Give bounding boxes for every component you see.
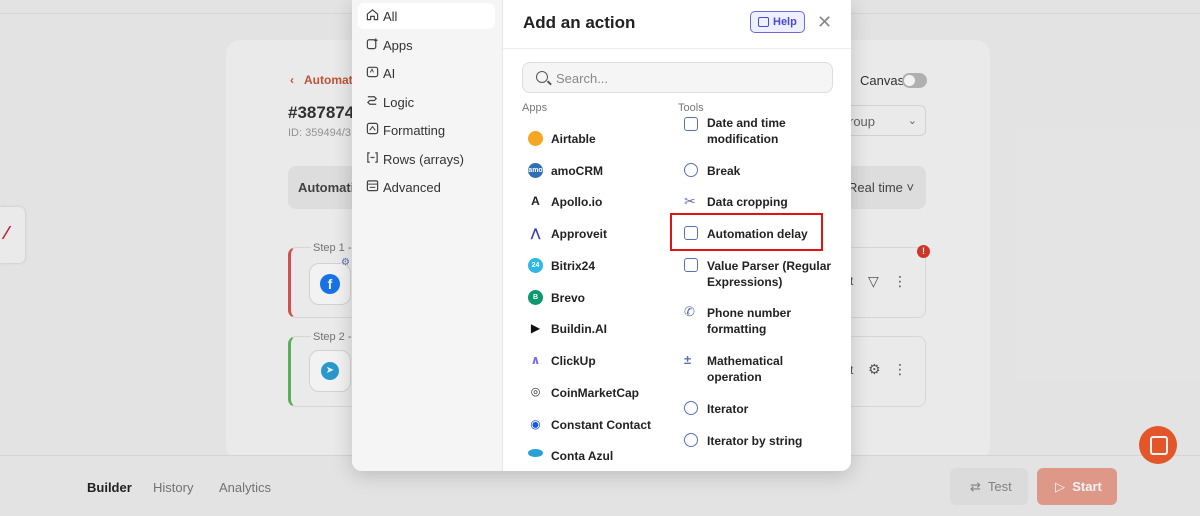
app-item-clickup[interactable]: ∧ ClickUp bbox=[528, 353, 596, 369]
ai-icon bbox=[366, 66, 379, 78]
highlight-box bbox=[670, 213, 823, 251]
parser-icon bbox=[684, 258, 698, 272]
category-advanced[interactable]: Advanced bbox=[358, 174, 495, 200]
tool-item-value-parser[interactable]: Value Parser (Regular Expressions) bbox=[684, 258, 831, 290]
amocrm-icon: amo bbox=[528, 163, 543, 178]
approveit-icon: ⋀ bbox=[528, 226, 543, 241]
search-input[interactable]: Search... bbox=[522, 62, 833, 93]
airtable-icon bbox=[528, 131, 543, 146]
app-item-constant-contact[interactable]: ◉ Constant Contact bbox=[528, 417, 651, 433]
category-sidebar: All Apps AI Logic Formatting Rows (array… bbox=[352, 0, 503, 471]
apps-heading: Apps bbox=[522, 102, 548, 114]
help-button[interactable]: Help bbox=[750, 11, 805, 33]
app-item-apollo[interactable]: A Apollo.io bbox=[528, 194, 602, 210]
add-action-modal: All Apps AI Logic Formatting Rows (array… bbox=[352, 0, 851, 471]
tool-item-iterator[interactable]: Iterator bbox=[684, 401, 748, 417]
conta-azul-icon bbox=[528, 449, 543, 457]
scissors-icon: ✂ bbox=[684, 193, 696, 209]
category-formatting[interactable]: Formatting bbox=[358, 117, 495, 143]
tool-item-date-time[interactable]: Date and time modification bbox=[684, 115, 786, 147]
clickup-icon: ∧ bbox=[528, 353, 543, 368]
phone-icon: ✆ bbox=[684, 304, 695, 319]
logic-icon bbox=[367, 96, 378, 105]
category-logic[interactable]: Logic bbox=[358, 89, 495, 115]
category-all[interactable]: All bbox=[358, 3, 495, 29]
divider bbox=[503, 48, 851, 49]
app-item-brevo[interactable]: B Brevo bbox=[528, 290, 585, 306]
math-icon: ± bbox=[684, 352, 692, 367]
app-item-amocrm[interactable]: amo amoCRM bbox=[528, 163, 603, 179]
break-icon bbox=[684, 163, 698, 177]
tool-item-iterator-by-string[interactable]: Iterator by string bbox=[684, 433, 802, 449]
constant-contact-icon: ◉ bbox=[528, 417, 543, 432]
app-item-coinmarketcap[interactable]: ◎ CoinMarketCap bbox=[528, 385, 639, 401]
tool-item-mathematical-operation[interactable]: ± Mathematical operation bbox=[684, 353, 783, 385]
calendar-icon bbox=[684, 117, 698, 131]
bitrix24-icon: 24 bbox=[528, 258, 543, 273]
apollo-icon: A bbox=[528, 194, 543, 209]
home-icon bbox=[366, 9, 379, 21]
iterator-icon bbox=[684, 401, 698, 415]
buildin-icon: ▶ bbox=[528, 321, 543, 336]
apps-icon bbox=[366, 38, 378, 50]
formatting-icon bbox=[366, 122, 379, 135]
app-item-conta-azul[interactable]: Conta Azul bbox=[528, 448, 613, 464]
category-apps[interactable]: Apps bbox=[358, 32, 495, 58]
advanced-icon bbox=[366, 180, 379, 192]
brevo-icon: B bbox=[528, 290, 543, 305]
search-icon bbox=[536, 71, 548, 83]
app-item-buildin[interactable]: ▶ Buildin.AI bbox=[528, 321, 607, 337]
coinmarketcap-icon: ◎ bbox=[528, 385, 543, 400]
category-rows[interactable]: Rows (arrays) bbox=[358, 146, 495, 172]
tool-item-phone-formatting[interactable]: ✆ Phone number formatting bbox=[684, 305, 791, 337]
book-icon bbox=[758, 17, 769, 27]
app-item-bitrix24[interactable]: 24 Bitrix24 bbox=[528, 258, 595, 274]
tool-item-data-cropping[interactable]: ✂ Data cropping bbox=[684, 194, 788, 210]
modal-title: Add an action bbox=[523, 13, 636, 32]
tools-heading: Tools bbox=[678, 102, 704, 114]
close-icon[interactable]: ✕ bbox=[817, 12, 832, 33]
brackets-icon bbox=[367, 152, 378, 163]
app-item-airtable[interactable]: Airtable bbox=[528, 131, 596, 147]
iterator-string-icon bbox=[684, 433, 698, 447]
category-ai[interactable]: AI bbox=[358, 60, 495, 86]
app-item-approveit[interactable]: ⋀ Approveit bbox=[528, 226, 607, 242]
tool-item-break[interactable]: Break bbox=[684, 163, 740, 179]
